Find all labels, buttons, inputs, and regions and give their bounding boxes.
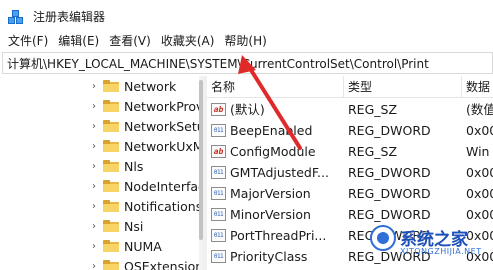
value-name: PriorityClass <box>230 249 308 264</box>
chevron-right-icon[interactable]: › <box>88 241 100 252</box>
chevron-right-icon[interactable]: › <box>88 141 100 152</box>
chevron-right-icon[interactable]: › <box>88 101 100 112</box>
chevron-right-icon[interactable]: › <box>88 181 100 192</box>
value-type: REG_DWORD <box>348 186 431 201</box>
folder-icon <box>103 160 119 172</box>
value-name: MinorVersion <box>230 207 311 222</box>
tree-item-label: Nls <box>124 158 144 174</box>
folder-icon <box>103 200 119 212</box>
menu-favorites[interactable]: 收藏夹(A) <box>156 33 220 50</box>
value-data: 0x00 <box>466 123 493 138</box>
value-data: Win <box>466 144 490 159</box>
list-header: 名称 类型 数据 <box>207 76 493 98</box>
string-value-icon: ab <box>211 145 226 158</box>
tree-item-osextension[interactable]: › OSExtensionI <box>0 256 203 270</box>
tree-item-label: NetworkProv <box>124 98 203 114</box>
tree-item-label: NodeInterfac <box>124 178 203 194</box>
table-row[interactable]: 011 MajorVersion REG_DWORD 0x00 <box>207 183 493 204</box>
tree-item-label: Nsi <box>124 218 144 234</box>
column-header-data[interactable]: 数据 <box>462 76 493 98</box>
tree-item-label: Notifications <box>124 198 203 214</box>
tree-item-nls[interactable]: › Nls <box>0 156 143 176</box>
value-type: REG_SZ <box>348 144 398 159</box>
dword-value-icon: 011 <box>211 187 226 200</box>
menu-view[interactable]: 查看(V) <box>104 33 156 50</box>
value-name: BeepEnabled <box>230 123 313 138</box>
folder-icon <box>103 180 119 192</box>
value-name: PortThreadPri... <box>230 228 327 243</box>
watermark-logo-icon <box>370 225 396 251</box>
folder-icon <box>103 80 119 92</box>
folder-icon <box>103 260 119 270</box>
table-row[interactable]: 011 BeepEnabled REG_DWORD 0x00 <box>207 120 493 141</box>
value-name: MajorVersion <box>230 186 311 201</box>
tree-item-label: NetworkUxM <box>124 138 203 154</box>
menu-help[interactable]: 帮助(H) <box>219 33 271 50</box>
folder-icon <box>103 140 119 152</box>
chevron-right-icon[interactable]: › <box>88 81 100 92</box>
tree-item-nsi[interactable]: › Nsi <box>0 216 143 236</box>
value-data: 0x00 <box>466 186 493 201</box>
tree-item-networksetu[interactable]: › NetworkSetu <box>0 116 203 136</box>
dword-value-icon: 011 <box>211 166 226 179</box>
tree-item-networkuxm[interactable]: › NetworkUxM <box>0 136 203 156</box>
table-row[interactable]: ab (默认) REG_SZ (数值 <box>207 99 493 120</box>
registry-editor-icon <box>8 9 24 25</box>
chevron-right-icon[interactable]: › <box>88 121 100 132</box>
watermark: 系统之家 XITONGZHIJIA.NET <box>366 221 493 270</box>
table-row[interactable]: 011 GMTAdjustedF... REG_DWORD 0x00 <box>207 162 493 183</box>
dword-value-icon: 011 <box>211 208 226 221</box>
tree-item-notifications[interactable]: › Notifications <box>0 196 202 216</box>
tree-item-network[interactable]: › Network <box>0 76 176 96</box>
tree-item-nodeinterfac[interactable]: › NodeInterfac <box>0 176 203 196</box>
column-header-type[interactable]: 类型 <box>344 76 462 98</box>
folder-icon <box>103 240 119 252</box>
chevron-right-icon[interactable]: › <box>88 261 100 270</box>
value-type: REG_SZ <box>348 102 398 117</box>
value-data: 0x00 <box>466 165 493 180</box>
folder-icon <box>103 220 119 232</box>
address-path: 计算机\HKEY_LOCAL_MACHINE\SYSTEM\CurrentCon… <box>7 56 429 71</box>
dword-value-icon: 011 <box>211 229 226 242</box>
value-type: REG_DWORD <box>348 123 431 138</box>
tree-item-label: Network <box>124 78 177 94</box>
dword-value-icon: 011 <box>211 250 226 263</box>
tree-item-label: OSExtensionI <box>124 258 203 270</box>
tree-item-numa[interactable]: › NUMA <box>0 236 162 256</box>
key-tree: › Network › NetworkProv › NetworkSetu › … <box>0 76 203 270</box>
address-bar[interactable]: 计算机\HKEY_LOCAL_MACHINE\SYSTEM\CurrentCon… <box>2 52 493 74</box>
folder-icon <box>103 100 119 112</box>
column-header-name[interactable]: 名称 <box>207 76 344 98</box>
value-name: ConfigModule <box>230 144 316 159</box>
tree-item-label: NetworkSetu <box>124 118 203 134</box>
table-row[interactable]: ab ConfigModule REG_SZ Win <box>207 141 493 162</box>
menu-file[interactable]: 文件(F) <box>0 33 53 50</box>
string-value-icon: ab <box>211 103 226 116</box>
chevron-right-icon[interactable]: › <box>88 161 100 172</box>
chevron-right-icon[interactable]: › <box>88 221 100 232</box>
watermark-subtext: XITONGZHIJIA.NET <box>400 247 482 256</box>
value-type: REG_DWORD <box>348 165 431 180</box>
tree-item-label: NUMA <box>124 238 162 254</box>
folder-icon <box>103 120 119 132</box>
menu-edit[interactable]: 编辑(E) <box>53 33 104 50</box>
dword-value-icon: 011 <box>211 124 226 137</box>
value-name: GMTAdjustedF... <box>230 165 329 180</box>
menu-bar: 文件(F) 编辑(E) 查看(V) 收藏夹(A) 帮助(H) <box>0 33 493 50</box>
value-name: (默认) <box>230 102 265 117</box>
title-bar: 注册表编辑器 <box>0 0 493 33</box>
chevron-right-icon[interactable]: › <box>88 201 100 212</box>
window-title: 注册表编辑器 <box>33 10 106 24</box>
tree-item-networkprov[interactable]: › NetworkProv <box>0 96 203 116</box>
value-data: (数值 <box>466 102 493 117</box>
